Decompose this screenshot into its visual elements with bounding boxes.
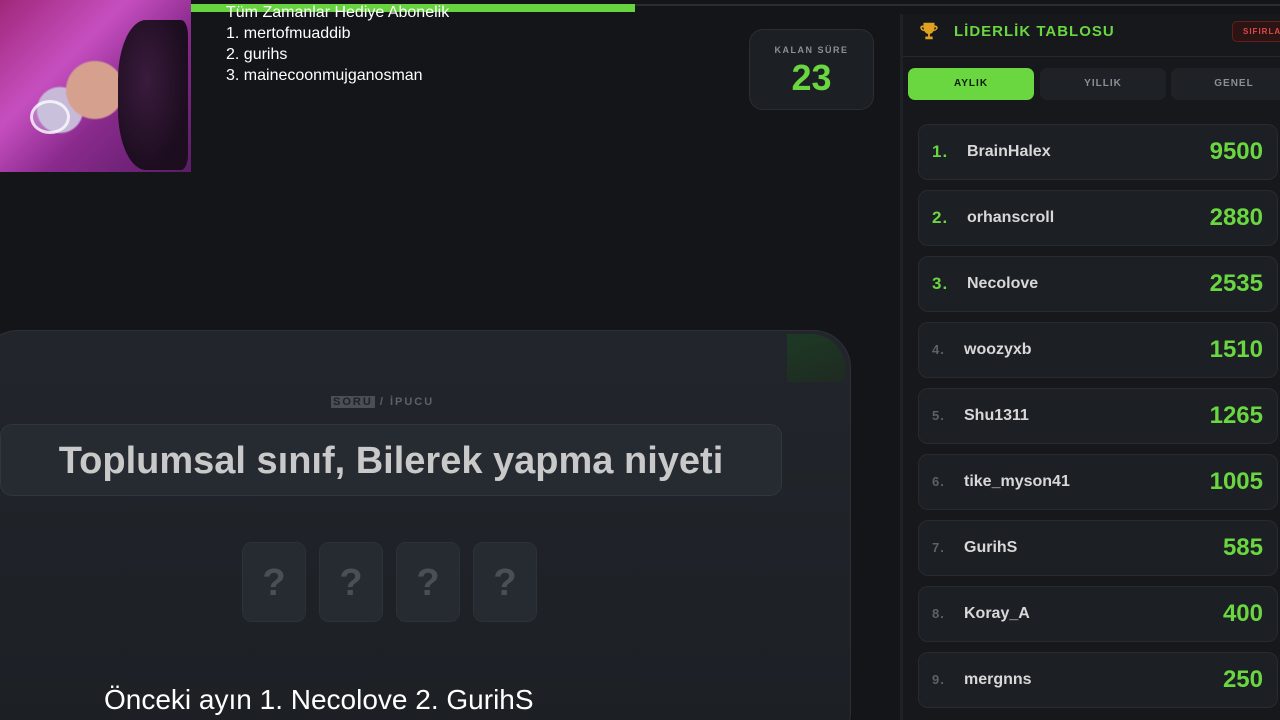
question-hint-tabs: SORU / İPUCU [331,396,434,408]
row-score: 1510 [1209,336,1263,363]
leaderboard-row: 2. orhanscroll 2880 [918,190,1278,246]
leaderboard-row: 6. tike_myson41 1005 [918,454,1278,510]
row-rank: 6. [932,474,945,489]
row-score: 9500 [1209,138,1263,165]
answer-tile: ? [319,542,383,622]
answer-tile: ? [473,542,537,622]
tab-overall[interactable]: GENEL [1171,68,1280,100]
reset-button[interactable]: SIFIRLA [1232,21,1280,42]
tab-yearly[interactable]: YILLIK [1040,68,1166,100]
leaderboard-row: 3. Necolove 2535 [918,256,1278,312]
row-score: 1005 [1209,468,1263,495]
row-rank: 5. [932,408,945,423]
webcam-subject [118,20,188,170]
row-score: 250 [1222,666,1263,693]
row-name: mergnns [964,671,1032,688]
webcam-feed [0,0,191,172]
row-score: 400 [1222,600,1263,627]
row-name: GurihS [964,539,1018,556]
row-rank: 4. [932,342,945,357]
answer-tile: ? [396,542,460,622]
previous-month-caption: Önceki ayın 1. Necolove 2. GurihS [104,684,534,715]
leaderboard-row: 4. woozyxb 1510 [918,322,1278,378]
overlay-entry: 2. gurihs [226,46,288,63]
row-name: woozyxb [964,341,1032,358]
row-rank: 1. [932,142,949,161]
answer-tile: ? [242,542,306,622]
question-prompt: Toplumsal sınıf, Bilerek yapma niyeti [58,440,724,482]
leaderboard-row: 7. GurihS 585 [918,520,1278,576]
time-remaining-box: KALAN SÜRE 23 [749,29,874,110]
tab-question[interactable]: SORU [331,396,375,408]
leaderboard-row: 9. mergnns 250 [918,652,1278,708]
time-remaining-value: 23 [791,57,832,98]
row-score: 1265 [1209,402,1263,429]
leaderboard-row: 5. Shu1311 1265 [918,388,1278,444]
row-rank: 7. [932,540,945,555]
row-score: 2880 [1209,204,1263,231]
webcam-mask [30,100,70,134]
question-card [0,330,851,720]
time-remaining-label: KALAN SÜRE [774,45,849,55]
row-score: 585 [1222,534,1263,561]
row-name: Shu1311 [964,407,1029,424]
leaderboard-row: 8. Koray_A 400 [918,586,1278,642]
tab-monthly[interactable]: AYLIK [908,68,1034,100]
overlay-title: Tüm Zamanlar Hediye Abonelik [226,4,450,21]
trophy-icon [920,22,938,40]
row-name: Koray_A [964,605,1030,622]
row-rank: 8. [932,606,945,621]
leaderboard-row: 1. BrainHalex 9500 [918,124,1278,180]
tab-hint[interactable]: İPUCU [390,396,434,408]
row-name: Necolove [967,275,1039,292]
row-rank: 3. [932,274,949,293]
row-score: 2535 [1209,270,1263,297]
overlay-entry: 1. mertofmuaddib [226,25,351,42]
row-name: orhanscroll [967,209,1055,226]
top-divider [635,4,1280,6]
row-name: tike_myson41 [964,473,1070,490]
row-rank: 2. [932,208,949,227]
row-rank: 9. [932,672,945,687]
overlay-entry: 3. mainecoonmujganosman [226,67,423,84]
leaderboard-separator [903,56,1280,57]
gift-sub-overlay: Tüm Zamanlar Hediye Abonelik 1. mertofmu… [226,2,449,86]
tab-separator: / [374,396,390,408]
row-name: BrainHalex [967,143,1051,160]
leaderboard-title: LİDERLİK TABLOSU [954,23,1115,40]
